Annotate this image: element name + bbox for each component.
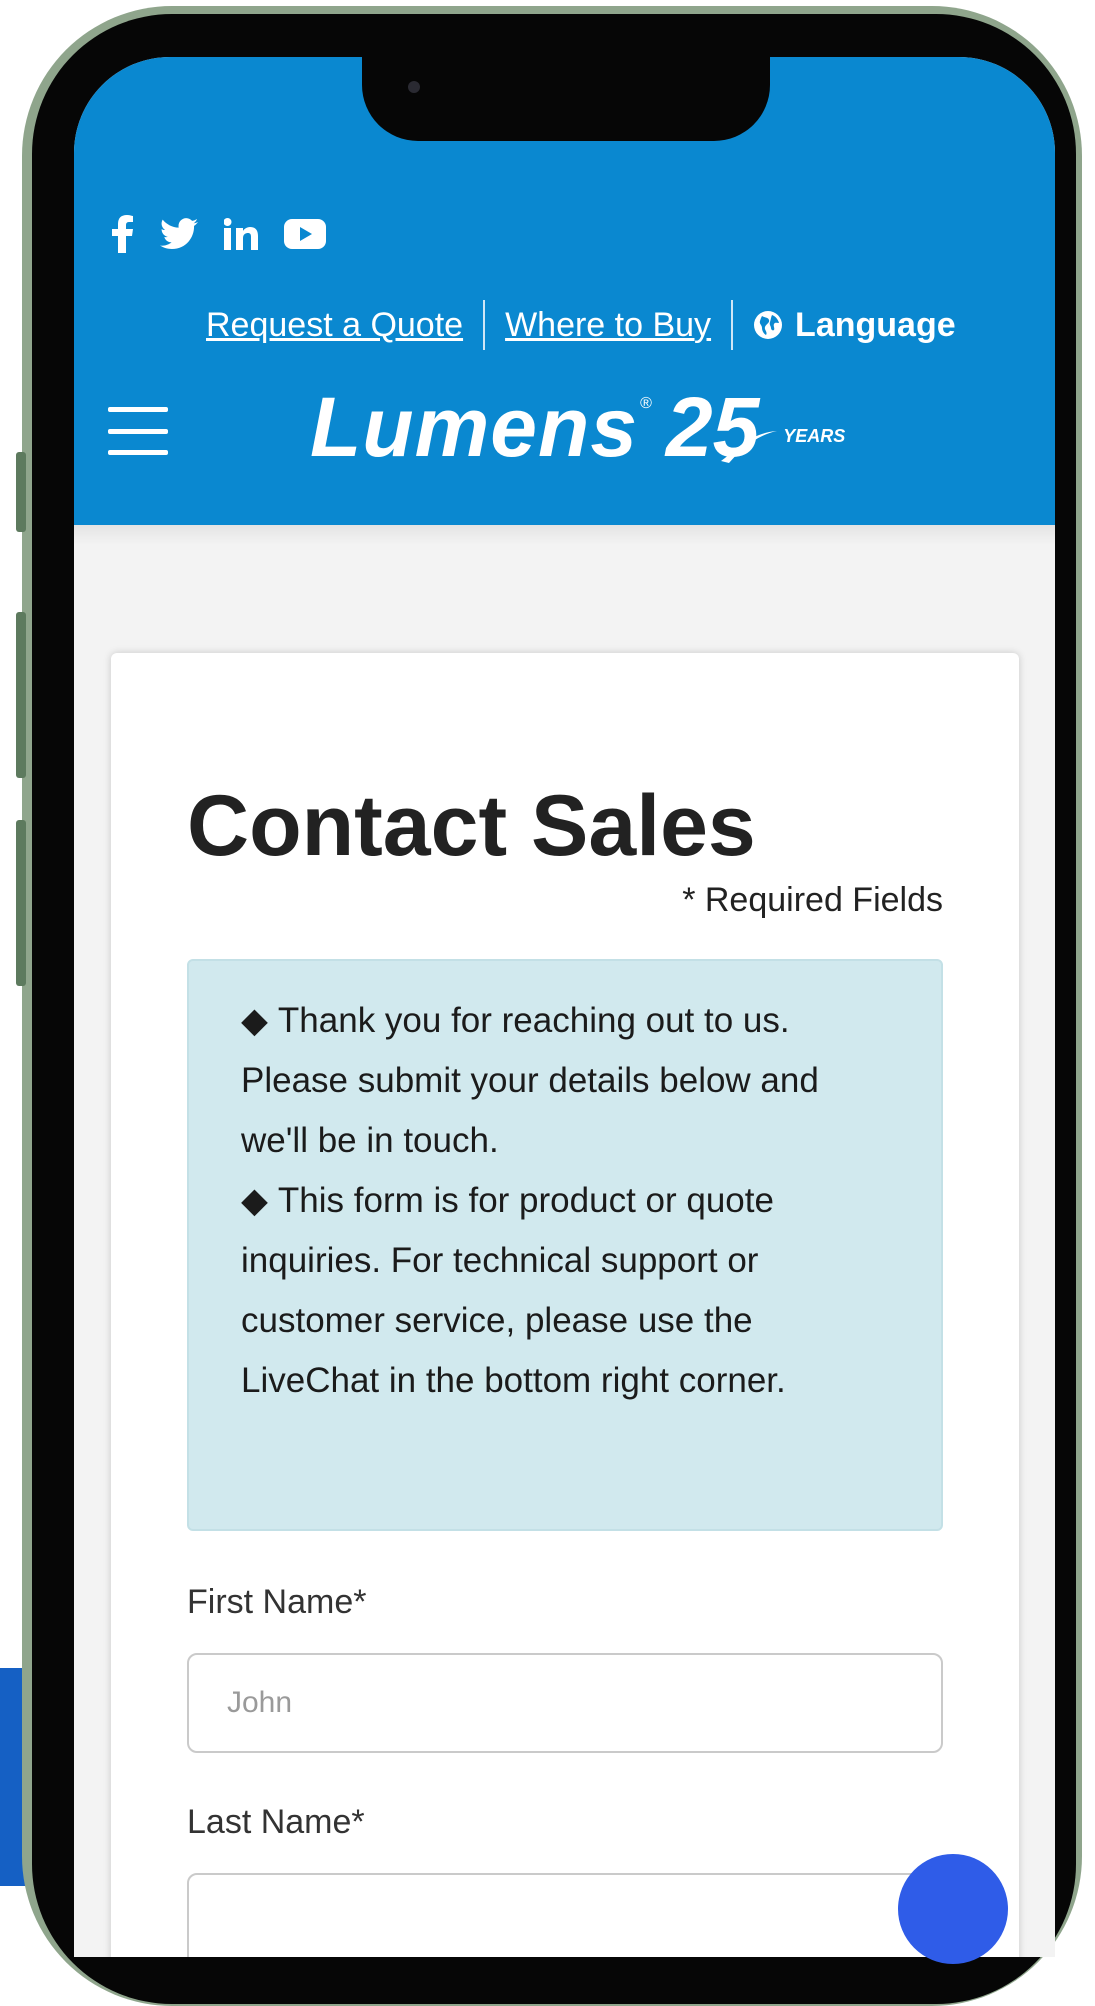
menu-bar <box>108 428 168 434</box>
logo-anniversary: 25 <box>665 380 760 474</box>
logo-registered-mark: ® <box>640 395 652 412</box>
first-name-label: First Name* <box>187 1583 367 1621</box>
globe-icon <box>754 311 783 339</box>
header-shadow <box>74 525 1055 545</box>
language-label: Language <box>795 305 956 344</box>
last-name-label: Last Name* <box>187 1803 365 1841</box>
twitter-icon[interactable] <box>160 218 198 250</box>
menu-bar <box>108 450 168 455</box>
contact-form-card: Contact Sales * Required Fields ◆ Thank y… <box>111 653 1019 1957</box>
divider <box>483 300 486 350</box>
page-title: Contact Sales <box>187 778 756 874</box>
required-fields-note: * Required Fields <box>682 881 943 919</box>
phone-volume-down-button <box>16 820 26 986</box>
menu-bar <box>108 407 168 412</box>
info-paragraph: ◆ This form is for product or quote inqui… <box>241 1171 889 1411</box>
youtube-icon[interactable] <box>284 219 326 249</box>
top-links: Request a Quote Where to Buy Language <box>206 297 956 353</box>
facebook-icon[interactable] <box>112 215 134 253</box>
logo-brand: Lumens <box>310 380 639 474</box>
social-links <box>112 215 326 253</box>
divider <box>731 300 734 350</box>
info-box: ◆ Thank you for reaching out to us. Pleas… <box>187 959 943 1531</box>
where-to-buy-link[interactable]: Where to Buy <box>505 306 711 345</box>
info-paragraph: ◆ Thank you for reaching out to us. Pleas… <box>241 991 889 1171</box>
phone-volume-up-button <box>16 612 26 778</box>
info-text-1: Thank you for reaching out to us. Please… <box>241 1001 819 1160</box>
logo-years: YEARS <box>783 426 846 446</box>
request-quote-link[interactable]: Request a Quote <box>206 306 463 345</box>
info-text-2: This form is for product or quote inquir… <box>241 1181 786 1400</box>
livechat-button[interactable] <box>898 1854 1008 1964</box>
camera-icon <box>408 81 420 93</box>
phone-notch <box>362 57 770 141</box>
first-name-field[interactable] <box>187 1653 943 1753</box>
language-selector[interactable]: Language <box>753 306 956 345</box>
bullet-icon: ◆ <box>241 1181 268 1220</box>
bullet-icon: ◆ <box>241 1001 268 1040</box>
lumens-logo[interactable]: Lumens ® 25 YEARS <box>310 385 845 469</box>
phone-mute-switch <box>16 452 26 532</box>
menu-icon[interactable] <box>108 407 168 455</box>
linkedin-icon[interactable] <box>224 218 258 250</box>
phone-screen: Request a Quote Where to Buy Language Lu… <box>74 57 1055 1957</box>
